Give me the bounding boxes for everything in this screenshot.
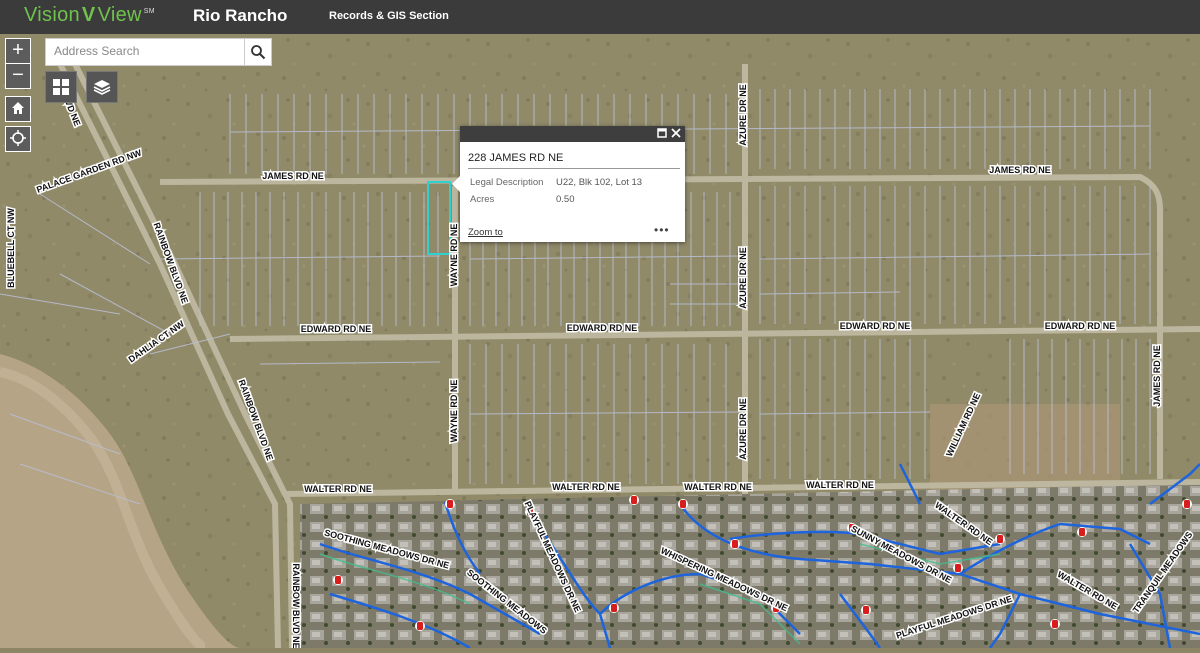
layers-button[interactable] — [86, 71, 118, 103]
brand-tm: SM — [143, 8, 155, 16]
hydrant-icon[interactable] — [1050, 619, 1060, 629]
road-label: WALTER RD NE — [552, 482, 620, 492]
parcel-popup: 228 JAMES RD NE Legal Description U22, B… — [452, 126, 685, 242]
road-label: EDWARD RD NE — [567, 323, 638, 333]
layers-icon — [93, 80, 111, 95]
road-label: WAYNE RD NE — [449, 380, 459, 443]
popup-divider — [468, 168, 680, 169]
search-button[interactable] — [244, 38, 272, 66]
zoom-out-button[interactable]: − — [5, 63, 31, 89]
road-label: RAINBOW BLVD NE — [291, 563, 301, 648]
search-icon — [251, 45, 266, 60]
road-label: EDWARD RD NE — [301, 324, 372, 334]
hydrant-icon[interactable] — [609, 603, 619, 613]
road-label: WALTER RD NE — [806, 480, 874, 490]
hydrant-icon[interactable] — [995, 534, 1005, 544]
address-search — [45, 38, 248, 66]
hydrant-icon[interactable] — [333, 575, 343, 585]
hydrant-icon[interactable] — [415, 621, 425, 631]
road-label: EDWARD RD NE — [840, 321, 911, 331]
hydrant-icon[interactable] — [953, 563, 963, 573]
road-label: EDWARD RD NE — [1045, 321, 1116, 331]
road-label: WALTER RD NE — [684, 482, 752, 492]
hydrant-icon[interactable] — [1182, 499, 1192, 509]
field-label: Acres — [470, 194, 495, 205]
hydrant-icon[interactable] — [629, 495, 639, 505]
road-label: JAMES RD NE — [262, 171, 324, 181]
brand-left: Vision — [24, 4, 80, 26]
popup-header — [460, 126, 685, 142]
section-title: Records & GIS Section — [329, 10, 449, 22]
hydrant-icon[interactable] — [861, 605, 871, 615]
close-icon[interactable] — [670, 128, 682, 140]
visionview-logo[interactable]: Vision V View SM — [24, 4, 155, 27]
field-value: 0.50 — [556, 194, 575, 205]
field-label: Legal Description — [470, 177, 544, 188]
city-title: Rio Rancho — [193, 6, 288, 25]
road-label: BLUEBELL CT NW — [6, 208, 16, 288]
maximize-icon[interactable] — [656, 128, 668, 140]
basemap-gallery-button[interactable] — [45, 71, 77, 103]
road-label: AZURE DR NE — [738, 84, 748, 146]
road-label: AZURE DR NE — [738, 398, 748, 460]
popup-title: 228 JAMES RD NE — [468, 152, 564, 164]
search-input[interactable] — [46, 39, 248, 63]
zoom-in-button[interactable]: + — [5, 38, 31, 64]
popup-pointer — [452, 176, 460, 192]
hydrant-icon[interactable] — [445, 499, 455, 509]
hydrant-icon[interactable] — [730, 539, 740, 549]
hydrant-icon[interactable] — [678, 499, 688, 509]
zoom-to-link[interactable]: Zoom to — [468, 227, 503, 238]
brand-mark: V — [81, 4, 96, 26]
home-button[interactable] — [5, 96, 31, 122]
brand-right: View — [97, 4, 142, 26]
locate-button[interactable] — [5, 126, 31, 152]
app-header: Vision V View SM Rio Rancho Records & GIS S… — [0, 0, 1200, 34]
field-value: U22, Blk 102, Lot 13 — [556, 177, 643, 188]
road-label: JAMES RD NE — [989, 165, 1051, 175]
locate-icon — [10, 130, 26, 146]
road-label: WALTER RD NE — [304, 484, 372, 494]
grid-icon — [53, 79, 69, 95]
hydrant-icon[interactable] — [1077, 527, 1087, 537]
more-options-icon[interactable]: ••• — [654, 223, 670, 237]
road-label: WAYNE RD NE — [449, 224, 459, 287]
road-label: AZURE DR NE — [738, 247, 748, 309]
road-label: JAMES RD NE — [1152, 345, 1162, 407]
home-icon — [12, 102, 24, 114]
